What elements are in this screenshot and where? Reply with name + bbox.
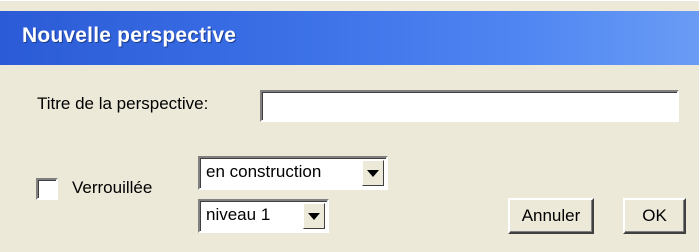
- new-perspective-dialog: Nouvelle perspective Titre de la perspec…: [0, 0, 699, 252]
- status-dropdown-button[interactable]: [362, 160, 384, 186]
- level-select[interactable]: niveau 1: [198, 199, 329, 233]
- dialog-title: Nouvelle perspective: [22, 24, 237, 47]
- ok-button[interactable]: OK: [623, 198, 686, 234]
- perspective-title-input[interactable]: [260, 90, 679, 122]
- level-dropdown-button[interactable]: [303, 203, 325, 229]
- cancel-button[interactable]: Annuler: [508, 198, 594, 234]
- level-select-value: niveau 1: [206, 205, 271, 224]
- locked-label: Verrouillée: [72, 178, 153, 197]
- perspective-title-label: Titre de la perspective:: [37, 94, 209, 113]
- status-select[interactable]: en construction: [198, 156, 388, 190]
- chevron-down-icon: [367, 169, 379, 177]
- chevron-down-icon: [308, 212, 320, 220]
- title-bar[interactable]: Nouvelle perspective: [0, 11, 699, 65]
- status-select-value: en construction: [206, 162, 322, 181]
- locked-checkbox[interactable]: [36, 178, 58, 200]
